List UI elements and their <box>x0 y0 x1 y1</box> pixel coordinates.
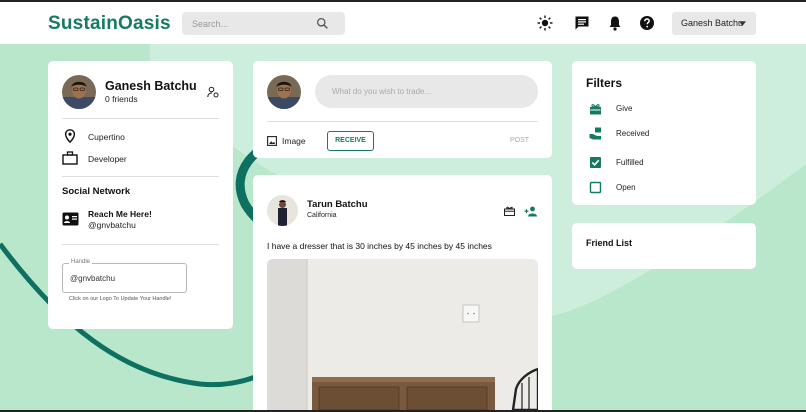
social-network-heading: Social Network <box>62 186 131 197</box>
add-friend-icon[interactable] <box>524 206 538 217</box>
gift-icon <box>590 104 601 115</box>
filter-open-label: Open <box>616 183 636 192</box>
post-button[interactable]: POST <box>510 137 529 144</box>
divider <box>62 118 219 119</box>
filter-received-label: Received <box>616 129 650 138</box>
search-icon[interactable] <box>316 17 329 30</box>
message-icon[interactable] <box>574 15 590 31</box>
handle-field-label: Handle <box>69 259 93 265</box>
chevron-down-icon <box>739 21 746 26</box>
friend-count: 0 friends <box>105 94 138 104</box>
image-button-label: Image <box>282 136 306 146</box>
app-logo[interactable]: SustainOasis <box>48 13 171 35</box>
gift-icon <box>504 206 515 216</box>
search-bar[interactable] <box>182 12 345 35</box>
checkbox-checked-icon[interactable] <box>589 156 602 169</box>
filter-open[interactable]: Open <box>589 181 739 195</box>
filter-fulfilled-label: Fulfilled <box>616 158 644 167</box>
friend-list-heading: Friend List <box>586 238 633 248</box>
composer-avatar <box>267 75 301 109</box>
filter-give[interactable]: Give <box>589 102 739 116</box>
checkbox-empty-icon[interactable] <box>589 181 602 194</box>
received-hand-icon <box>589 127 601 140</box>
post-image[interactable] <box>267 259 538 410</box>
divider <box>62 244 219 245</box>
receive-button[interactable]: RECEIVE <box>327 131 374 151</box>
profile-occupation: Developer <box>88 154 127 164</box>
profile-avatar[interactable] <box>62 75 96 109</box>
divider <box>267 121 538 122</box>
trade-input[interactable] <box>315 75 538 108</box>
reach-me-title: Reach Me Here! <box>88 209 152 219</box>
post-author-name[interactable]: Tarun Batchu <box>307 199 368 210</box>
image-icon <box>267 136 277 146</box>
filter-give-label: Give <box>616 104 633 113</box>
post-text: I have a dresser that is 30 inches by 45… <box>267 241 492 251</box>
filter-received[interactable]: Received <box>589 127 739 141</box>
notification-bell-icon[interactable] <box>607 15 623 31</box>
post-author-location: California <box>307 212 337 219</box>
user-menu-button[interactable]: Ganesh Batchu <box>672 12 756 35</box>
handle-input[interactable] <box>70 272 180 285</box>
friend-list-panel: Friend List <box>572 223 756 269</box>
post-composer: Image RECEIVE POST <box>253 61 552 158</box>
navbar: SustainOasis Ganesh Batchu <box>0 2 806 44</box>
brightness-icon[interactable] <box>537 15 553 31</box>
profile-card: Ganesh Batchu 0 friends Cupertino Develo… <box>48 61 233 329</box>
manage-account-icon[interactable] <box>207 86 219 98</box>
handle-field[interactable]: Handle <box>62 259 187 293</box>
post-author-avatar[interactable] <box>267 195 298 226</box>
feed-post: Tarun Batchu California I have a dresser… <box>253 175 552 410</box>
reach-me-handle: @gnvbatchu <box>88 220 136 230</box>
filters-heading: Filters <box>586 76 623 90</box>
location-pin-icon <box>64 129 76 143</box>
filter-fulfilled[interactable]: Fulfilled <box>589 156 739 170</box>
profile-location: Cupertino <box>88 132 125 142</box>
search-input[interactable] <box>192 16 312 31</box>
handle-hint: Click on our Logo To Update Your Handle! <box>69 296 172 302</box>
filters-panel: Filters Give Received Fulfilled Open <box>572 61 756 205</box>
user-menu-label: Ganesh Batchu <box>681 18 744 28</box>
contact-card-icon <box>62 212 79 226</box>
profile-name: Ganesh Batchu <box>105 79 197 93</box>
help-icon[interactable] <box>639 15 655 31</box>
briefcase-icon <box>62 151 78 165</box>
divider <box>62 176 219 177</box>
